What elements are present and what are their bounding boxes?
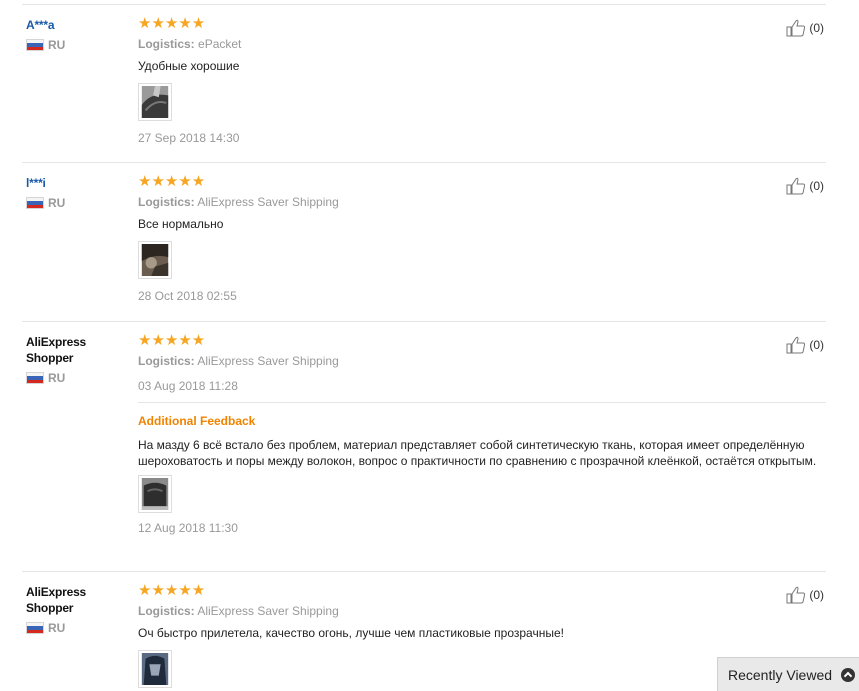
country-code: RU [48,621,66,635]
additional-feedback-title: Additional Feedback [138,414,256,428]
reviewer-name[interactable]: A***a [26,17,116,33]
logistics-info: Logistics: ePacket [138,36,826,52]
reviewer-country: RU [26,621,116,635]
logistics-value: AliExpress Saver Shipping [197,354,339,368]
review-photo-thumbnail[interactable] [138,83,172,121]
thumbs-up-icon[interactable] [786,177,806,195]
review-date: 27 Sep 2018 14:30 [138,131,240,145]
logistics-value: AliExpress Saver Shipping [197,604,339,618]
review-date: 03 Aug 2018 11:28 [138,379,238,393]
rating-stars: ★★★★★ [138,332,206,349]
review-text: Удобные хорошие [138,59,240,73]
review-text: Оч быстро прилетела, качество огонь, луч… [138,626,564,640]
review-photo-thumbnail[interactable] [138,475,172,513]
review-photo-thumbnail[interactable] [138,650,172,688]
recently-viewed-label: Recently Viewed [728,666,833,683]
logistics-value: ePacket [198,37,242,51]
rating-stars: ★★★★★ [138,582,206,599]
rating-stars: ★★★★★ [138,173,206,190]
additional-feedback-divider [138,402,826,403]
russia-flag-icon [26,197,44,209]
logistics-info: Logistics: AliExpress Saver Shipping [138,194,826,210]
reviewer-name-line2: Shopper [26,351,74,365]
helpful-vote[interactable]: (0) [786,19,824,37]
star-rating: ★★★★★ [138,15,826,32]
review-body: ★★★★★ Logistics: AliExpress Saver Shippi… [138,332,826,536]
reviewer-info: AliExpress Shopper RU [26,334,116,385]
reviewer-info: l***i RU [26,175,116,210]
reviewer-info: A***a RU [26,17,116,52]
review-item: A***a RU ★★★★★ Logistics: ePacket Удобны… [22,4,826,163]
reviewer-name-line1: AliExpress [26,585,87,599]
country-code: RU [48,196,66,210]
reviewer-country: RU [26,196,116,210]
reviewer-name-line1: AliExpress [26,335,87,349]
helpful-count: (0) [809,588,824,602]
russia-flag-icon [26,372,44,384]
reviewer-name[interactable]: l***i [26,175,116,191]
thumbs-up-icon[interactable] [786,586,806,604]
review-item: l***i RU ★★★★★ Logistics: AliExpress Sav… [22,163,826,322]
helpful-count: (0) [809,338,824,352]
logistics-label: Logistics: [138,195,195,209]
helpful-count: (0) [809,179,824,193]
review-body: ★★★★★ Logistics: ePacket Удобные хорошие… [138,15,826,146]
review-photo-image [141,478,169,510]
star-rating: ★★★★★ [138,173,826,190]
russia-flag-icon [26,39,44,51]
rating-stars: ★★★★★ [138,15,206,32]
reviews-page: A***a RU ★★★★★ Logistics: ePacket Удобны… [0,0,859,691]
review-body: ★★★★★ Logistics: AliExpress Saver Shippi… [138,173,826,304]
review-photo-image [141,86,169,118]
logistics-label: Logistics: [138,37,195,51]
helpful-vote[interactable]: (0) [786,177,824,195]
helpful-vote[interactable]: (0) [786,336,824,354]
helpful-vote[interactable]: (0) [786,586,824,604]
star-rating: ★★★★★ [138,582,826,599]
logistics-label: Logistics: [138,604,195,618]
logistics-info: Logistics: AliExpress Saver Shipping [138,353,826,369]
review-item: AliExpress Shopper RU ★★★★★ Logistics: A… [22,572,826,691]
reviewer-country: RU [26,38,116,52]
reviewer-country: RU [26,371,116,385]
review-date: 28 Oct 2018 02:55 [138,289,237,303]
country-code: RU [48,38,66,52]
logistics-value: AliExpress Saver Shipping [197,195,339,209]
reviewer-info: AliExpress Shopper RU [26,584,116,635]
review-photo-image [141,244,169,276]
additional-feedback-date: 12 Aug 2018 11:30 [138,521,238,535]
additional-feedback-text: На мазду 6 всё встало без проблем, матер… [138,438,817,468]
helpful-count: (0) [809,21,824,35]
country-code: RU [48,371,66,385]
recently-viewed-tab[interactable]: Recently Viewed [717,657,859,691]
logistics-info: Logistics: AliExpress Saver Shipping [138,603,826,619]
review-photo-thumbnail[interactable] [138,241,172,279]
star-rating: ★★★★★ [138,332,826,349]
chevron-up-icon[interactable] [841,667,856,682]
review-photo-image [141,653,169,685]
review-text: Все нормально [138,217,224,231]
russia-flag-icon [26,622,44,634]
thumbs-up-icon[interactable] [786,19,806,37]
thumbs-up-icon[interactable] [786,336,806,354]
reviewer-name-line2: Shopper [26,601,74,615]
review-item: AliExpress Shopper RU ★★★★★ Logistics: A… [22,322,826,572]
logistics-label: Logistics: [138,354,195,368]
